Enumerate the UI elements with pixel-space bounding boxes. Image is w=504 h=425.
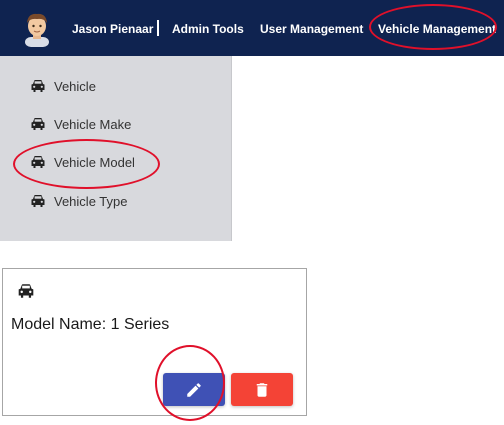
car-icon: [31, 80, 45, 92]
nav-user-management[interactable]: User Management: [260, 22, 363, 36]
pencil-icon: [187, 382, 201, 397]
sidebar-item-vehicle-model[interactable]: Vehicle Model: [30, 152, 135, 172]
trash-icon: [256, 382, 268, 397]
user-name-link[interactable]: Jason Pienaar: [72, 22, 153, 36]
nav-vehicle-management[interactable]: Vehicle Management: [378, 22, 496, 36]
sidebar-item-vehicle-make[interactable]: Vehicle Make: [30, 114, 131, 134]
model-name-title: Model Name: 1 Series: [11, 316, 170, 333]
delete-button[interactable]: [231, 373, 293, 406]
edit-button[interactable]: [163, 373, 225, 406]
nav-admin-tools[interactable]: Admin Tools: [172, 22, 244, 36]
car-icon: [31, 156, 45, 168]
sidebar-item-label: Vehicle Model: [54, 154, 135, 170]
sidebar-item-label: Vehicle Make: [54, 116, 132, 132]
car-icon: [31, 118, 45, 130]
sidebar: Vehicle Vehicle Make Vehicle Model Vehic…: [0, 56, 232, 241]
sidebar-item-vehicle-type[interactable]: Vehicle Type: [30, 191, 127, 211]
sidebar-item-label: Vehicle: [54, 78, 96, 94]
user-avatar-icon[interactable]: [22, 11, 52, 47]
vehicle-model-card: Model Name: 1 Series: [2, 268, 307, 416]
nav-divider: [157, 20, 159, 36]
top-navbar: Jason Pienaar Admin Tools User Managemen…: [0, 0, 504, 56]
sidebar-item-label: Vehicle Type: [54, 193, 128, 209]
car-icon: [18, 284, 34, 298]
car-icon: [31, 195, 45, 207]
sidebar-item-vehicle[interactable]: Vehicle: [30, 76, 96, 96]
